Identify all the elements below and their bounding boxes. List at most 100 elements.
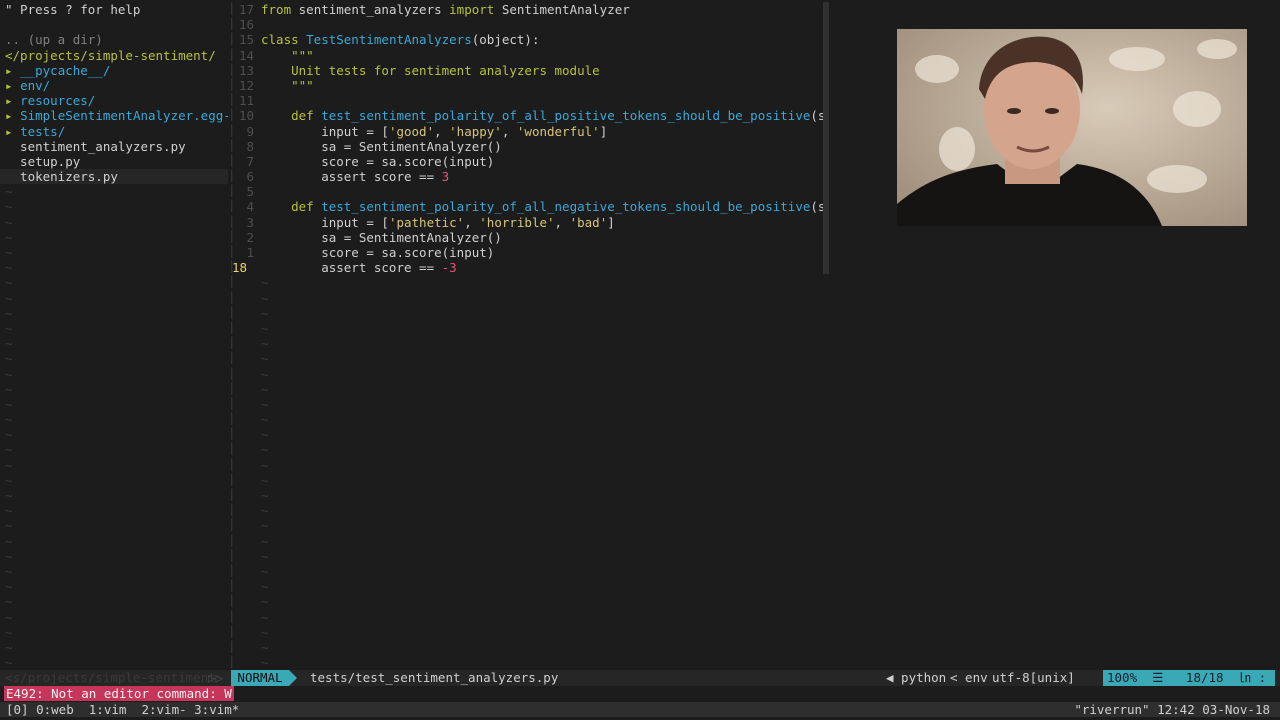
code-line[interactable]: 7 score = sa.score(input) (230, 154, 828, 169)
tree-file-item[interactable]: tokenizers.py (0, 169, 228, 185)
code-line[interactable]: 11 (230, 93, 828, 108)
editor-empty-line: ~ (230, 458, 828, 473)
tree-dir-item[interactable]: ▸ SimpleSentimentAnalyzer.egg-i (0, 108, 228, 123)
code-token: 'bad' (569, 214, 608, 230)
vim-statusline: <s/projects/simple-sentiment ▷▷ NORMAL t… (0, 670, 1280, 686)
editor-empty-line: ~ (230, 412, 828, 427)
editor-tilde: ~ (261, 290, 269, 306)
code-token: sa = SentimentAnalyzer() (261, 229, 502, 245)
editor-tilde: ~ (261, 472, 269, 488)
tree-root-dir[interactable]: </projects/simple-sentiment/ (0, 48, 228, 63)
editor-tilde: ~ (261, 533, 269, 549)
tree-files: sentiment_analyzers.py setup.py tokenize… (0, 139, 228, 185)
editor-empty-line: ~ (230, 473, 828, 488)
line-number: 18 (232, 260, 248, 276)
line-number: 6 (246, 169, 254, 185)
line-number: 1 (246, 245, 254, 260)
tree-file-item[interactable]: setup.py (0, 154, 228, 169)
tree-expand-arrow-icon[interactable]: ▸ (5, 63, 20, 78)
code-line[interactable]: 4 def test_sentiment_polarity_of_all_neg… (230, 199, 828, 214)
code-token: 'happy' (449, 123, 502, 139)
line-number: 16 (238, 17, 254, 33)
code-token: , (464, 214, 480, 230)
editor-empty-line: ~ (230, 275, 828, 290)
editor-empty-line: ~ (230, 306, 828, 321)
line-number: 14 (238, 47, 254, 63)
tree-tilde: ~ (5, 229, 13, 245)
tree-expand-arrow-icon[interactable]: ▸ (5, 93, 20, 108)
tree-file-label: sentiment_analyzers.py (5, 138, 186, 154)
tree-tilde: ~ (5, 472, 13, 488)
code-line[interactable]: 2 sa = SentimentAnalyzer() (230, 230, 828, 245)
editor-tilde: ~ (261, 275, 269, 291)
tree-expand-arrow-icon[interactable]: ▸ (5, 124, 20, 139)
tree-dir-label: tests/ (20, 123, 66, 139)
code-line[interactable]: 9 input = ['good', 'happy', 'wonderful'] (230, 124, 828, 139)
code-token: , (554, 214, 570, 230)
tree-tilde: ~ (5, 503, 13, 519)
code-line[interactable]: 14 """ (230, 48, 828, 63)
editor-tilde: ~ (261, 594, 269, 610)
editor-empty-line: ~ (230, 640, 828, 655)
code-line[interactable]: 12 """ (230, 78, 828, 93)
tree-dir-label: env/ (20, 77, 51, 93)
code-token: input = [ (261, 214, 389, 230)
line-number: 2 (246, 229, 254, 245)
editor-empty-line: ~ (230, 397, 828, 412)
editor-tilde: ~ (261, 442, 269, 458)
code-token: score = sa.score(input) (261, 153, 495, 169)
line-number: 13 (238, 62, 254, 78)
code-token: 'good' (388, 123, 435, 139)
tree-expand-arrow-icon[interactable]: ▸ (5, 78, 20, 93)
code-token: test_sentiment_polarity_of_all_negative_… (321, 199, 811, 215)
code-line[interactable]: 8 sa = SentimentAnalyzer() (230, 139, 828, 154)
code-editor[interactable]: 17 from sentiment_analyzers import Sentim… (230, 2, 828, 670)
editor-tilde: ~ (261, 351, 269, 367)
tree-dir-item[interactable]: ▸ tests/ (0, 124, 228, 139)
code-line[interactable]: 17 from sentiment_analyzers import Sentim… (230, 2, 828, 17)
tree-dir-label: SimpleSentimentAnalyzer.egg-i (20, 108, 228, 124)
tree-dir-item[interactable]: ▸ __pycache__/ (0, 63, 228, 78)
editor-right-edge (823, 2, 829, 274)
code-line[interactable]: 1 score = sa.score(input) (230, 245, 828, 260)
editor-tilde: ~ (261, 548, 269, 564)
code-token: 'wonderful' (516, 123, 600, 139)
tree-tilde: ~ (5, 488, 13, 503)
editor-tilde: ~ (261, 305, 269, 321)
editor-tilde: ~ (261, 320, 269, 336)
tree-dir-item[interactable]: ▸ env/ (0, 78, 228, 93)
code-line[interactable]: 6 assert score == 3 (230, 169, 828, 184)
editor-tilde: ~ (261, 396, 269, 412)
code-line[interactable]: 10 def test_sentiment_polarity_of_all_po… (230, 108, 828, 123)
editor-empty-line: ~ (230, 655, 828, 670)
code-token: 3 (441, 169, 450, 185)
code-line[interactable]: 13 Unit tests for sentiment analyzers mo… (230, 63, 828, 78)
status-filetype: ◀ python (886, 670, 947, 685)
tree-tilde: ~ (5, 518, 13, 534)
tree-up-dir[interactable]: .. (up a dir) (0, 32, 228, 47)
code-line[interactable]: 3 input = ['pathetic', 'horrible', 'bad'… (230, 215, 828, 230)
tree-tilde: ~ (5, 214, 13, 230)
code-token: SentimentAnalyzer (501, 2, 630, 17)
code-line[interactable]: 18 assert score == -3 (230, 260, 828, 275)
code-token: , (434, 123, 450, 139)
code-line[interactable]: 5 (230, 184, 828, 199)
tree-expand-arrow-icon[interactable]: ▸ (5, 108, 20, 123)
code-token: sa = SentimentAnalyzer() (261, 138, 502, 154)
editor-empty-line: ~ (230, 549, 828, 564)
tree-tilde: ~ (5, 199, 13, 215)
status-position: 100% ☰ 18/18 ㏑ : 1 (1103, 670, 1275, 686)
editor-empty-line: ~ (230, 351, 828, 366)
editor-tilde: ~ (261, 579, 269, 595)
line-number: 12 (238, 77, 254, 93)
tree-tilde: ~ (5, 563, 13, 579)
tree-dir-item[interactable]: ▸ resources/ (0, 93, 228, 108)
line-number: 7 (246, 153, 254, 169)
code-line[interactable]: 15 class TestSentimentAnalyzers(object): (230, 32, 828, 47)
tree-blank (0, 17, 228, 32)
tree-empty-lines: ~~~~~~~~~~~~~~~~~~~~~~~~~~~~~~~~~ (0, 184, 228, 685)
tmux-windows[interactable]: [0] 0:web 1:vim 2:vim- 3:vim* (6, 702, 239, 717)
code-line[interactable]: 16 (230, 17, 828, 32)
tree-file-item[interactable]: sentiment_analyzers.py (0, 139, 228, 154)
tree-tilde: ~ (5, 305, 13, 321)
